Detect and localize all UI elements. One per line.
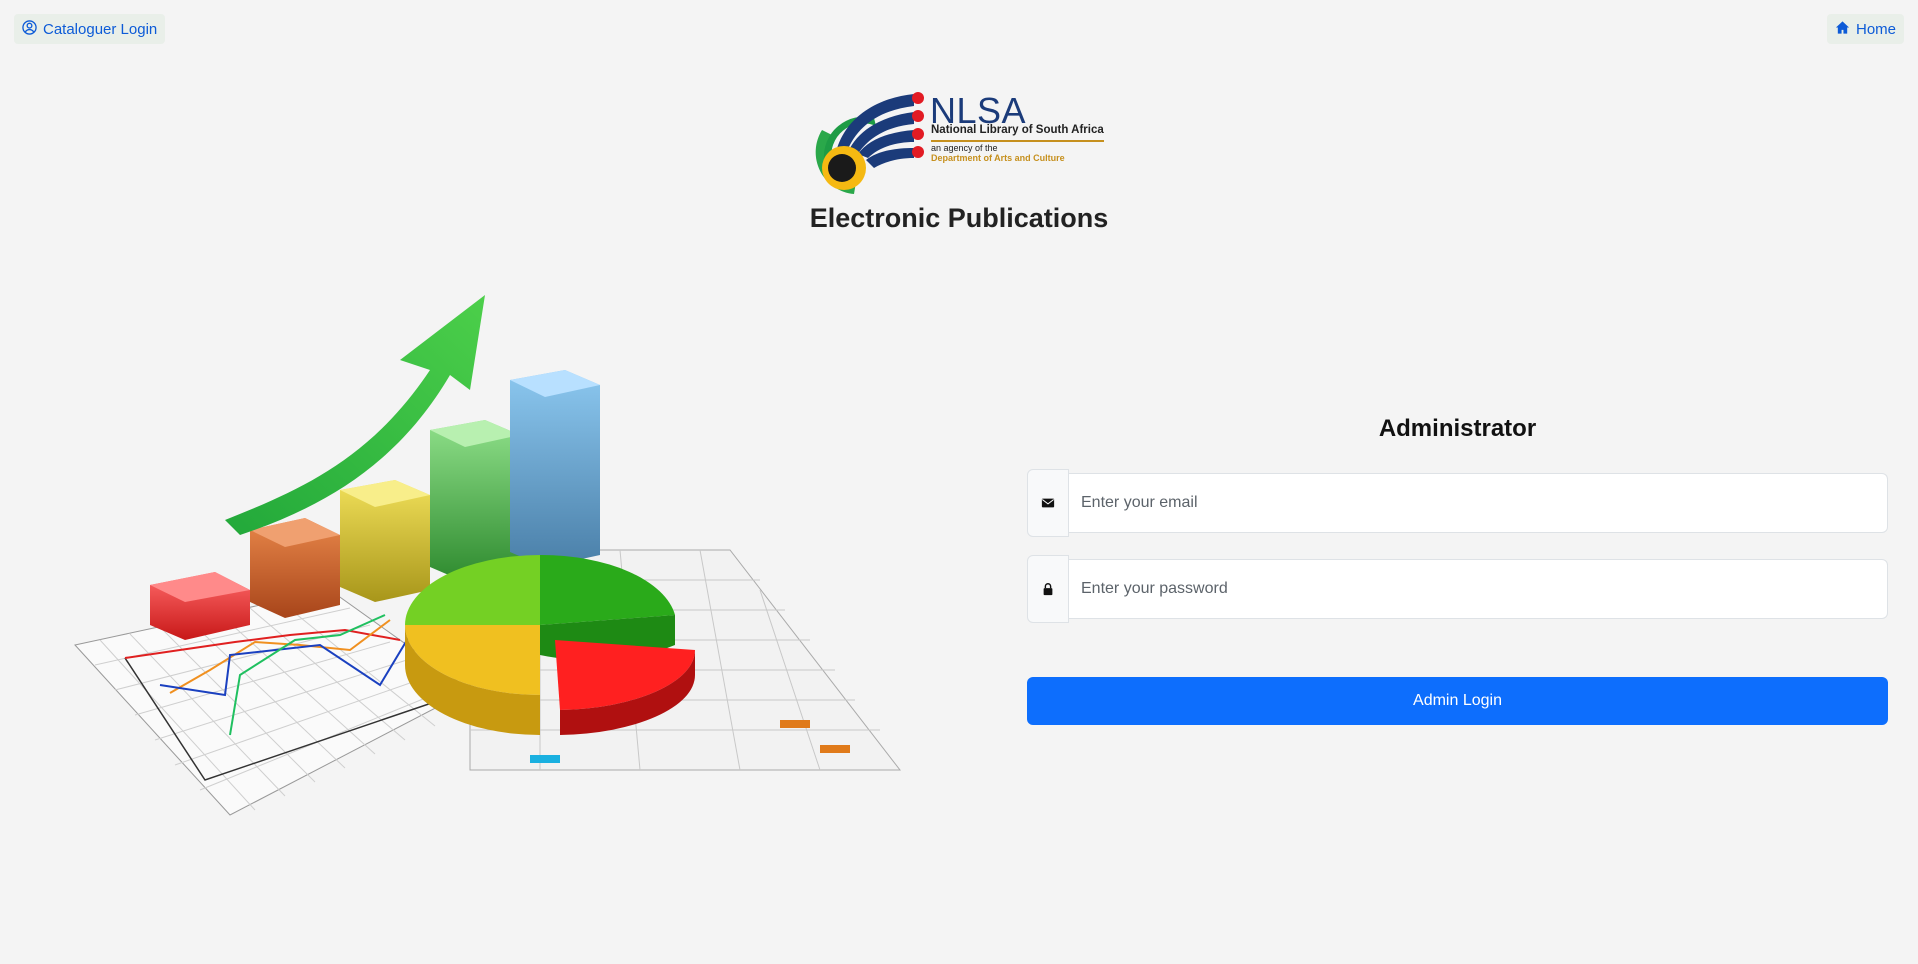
user-circle-icon: [22, 19, 37, 39]
home-label: Home: [1855, 20, 1896, 38]
bar-blue: [510, 370, 600, 567]
page-title: Electronic Publications: [809, 203, 1109, 233]
password-input[interactable]: [1069, 559, 1888, 619]
admin-login-panel: Administrator Admin Login: [1027, 415, 1888, 725]
nlsa-logo-emblem: [815, 92, 924, 194]
admin-login-title: Administrator: [1378, 415, 1537, 442]
email-row: [1027, 469, 1888, 537]
logo-full-name: National Library of South Africa: [931, 124, 1104, 136]
bar-yellow: [340, 480, 430, 602]
email-input[interactable]: [1069, 473, 1888, 533]
cataloguer-login-label: Cataloguer Login: [43, 20, 158, 38]
home-icon: [1835, 20, 1850, 39]
lock-icon: [1027, 555, 1069, 623]
home-link[interactable]: Home: [1826, 14, 1904, 44]
cataloguer-login-link[interactable]: Cataloguer Login: [14, 14, 166, 44]
logo-divider: [931, 140, 1104, 142]
bar-orange: [250, 518, 340, 618]
password-row: [1027, 555, 1888, 623]
nlsa-logo: NLSA National Library of South Africa an…: [814, 90, 1104, 198]
envelope-icon: [1027, 469, 1069, 537]
hero-illustration: [40, 290, 910, 830]
admin-login-button[interactable]: Admin Login: [1027, 677, 1888, 725]
logo-department: Department of Arts and Culture: [931, 153, 1065, 163]
logo-agency-line: an agency of the: [931, 143, 998, 153]
